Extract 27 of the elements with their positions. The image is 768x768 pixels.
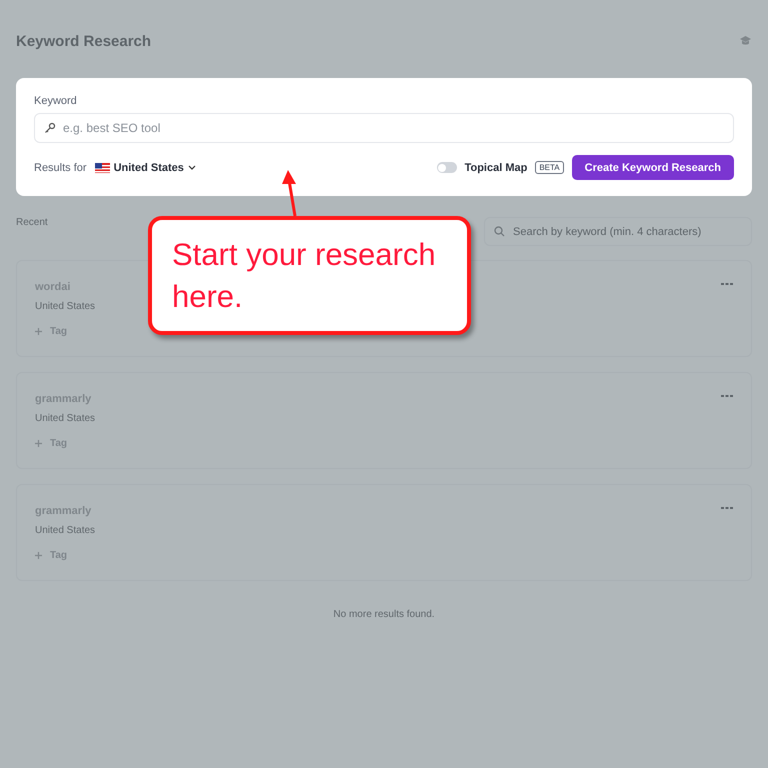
toggle-label: Topical Map xyxy=(464,162,528,174)
results-for-label: Results for xyxy=(34,162,87,174)
page-title: Keyword Research xyxy=(16,32,152,50)
keyword-field[interactable]: e.g. best SEO tool xyxy=(34,113,734,143)
topical-map-toggle[interactable] xyxy=(436,162,457,173)
plus-icon xyxy=(35,328,42,335)
plus-icon xyxy=(35,440,42,447)
chevron-down-icon xyxy=(188,165,196,170)
flag-icon xyxy=(94,162,110,172)
end-note: No more results found. xyxy=(333,609,435,620)
more-button[interactable] xyxy=(721,505,733,511)
field-label: Keyword xyxy=(34,95,78,107)
create-button[interactable]: Create Keyword Research xyxy=(572,155,734,180)
callout-text: Start your research here. xyxy=(172,236,437,316)
country-text: United States xyxy=(35,525,96,536)
more-button[interactable] xyxy=(721,281,733,287)
country-text: United States xyxy=(35,413,96,424)
key-icon xyxy=(44,122,56,134)
recent-label: Recent xyxy=(16,217,48,228)
more-button[interactable] xyxy=(721,393,733,399)
search-field[interactable]: Search by keyword (min. 4 characters) xyxy=(484,217,752,246)
country-text: United States xyxy=(35,301,96,312)
beta-badge: BETA xyxy=(535,161,564,174)
plus-icon xyxy=(35,552,42,559)
graduation-cap-icon[interactable] xyxy=(739,35,752,47)
search-icon xyxy=(494,226,505,237)
country-select[interactable]: United States xyxy=(94,162,196,174)
